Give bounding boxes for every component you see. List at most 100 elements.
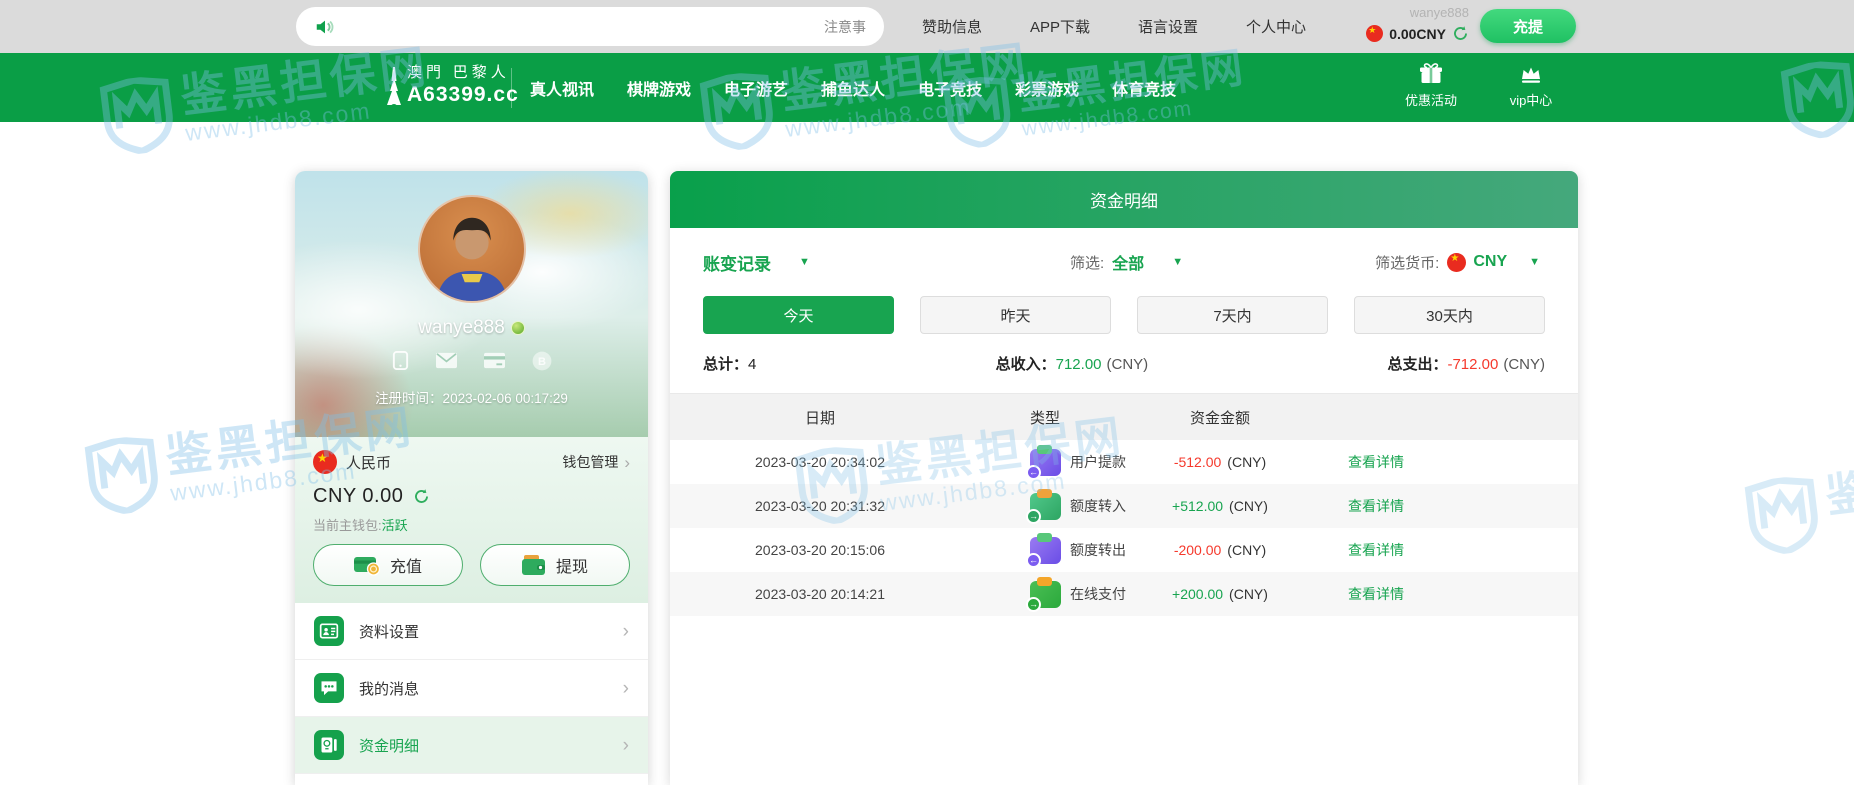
nav-item-sports[interactable]: 体育竞技 [1112, 76, 1176, 100]
site-logo[interactable]: 澳門 巴黎人 A63399.cc [387, 61, 519, 107]
record-type-dropdown[interactable]: 账变记录 ▼ [703, 250, 810, 275]
row-date: 2023-03-20 20:31:32 [670, 498, 970, 514]
nav-item-slots[interactable]: 电子游艺 [724, 76, 788, 100]
chevron-right-icon: › [624, 454, 630, 471]
funds-detail-panel: 资金明细 账变记录 ▼ 筛选: 全部 ▼ 筛选货币: CNY ▼ 今天 昨天 7… [670, 171, 1578, 785]
refresh-icon[interactable] [1452, 25, 1469, 42]
chevron-right-icon: › [623, 736, 629, 755]
profile-card: wanye888 B [295, 171, 648, 785]
summary-income-value: 712.00 [1056, 356, 1102, 373]
row-type: ← 额度转出 [970, 537, 1120, 564]
summary-total-label: 总计： [703, 356, 748, 373]
view-details-link[interactable]: 查看详情 [1348, 542, 1404, 558]
phone-icon[interactable] [392, 351, 409, 370]
summary-row: 总计：4 总收入：712.00(CNY) 总支出：-712.00 (CNY) [670, 334, 1578, 394]
table-header: 日期 类型 资金金额 [670, 394, 1578, 440]
nav-item-lottery[interactable]: 彩票游戏 [1015, 76, 1079, 100]
page: 注意事 赞助信息 APP下载 语言设置 个人中心 wanye888 0.00CN… [0, 0, 1854, 785]
table-row: 2023-03-20 20:15:06 ← 额度转出 -200.00(CNY) … [670, 528, 1578, 572]
menu-item-profile-settings[interactable]: 资料设置 › [295, 603, 648, 660]
view-details-link[interactable]: 查看详情 [1348, 498, 1404, 514]
nav-item-live[interactable]: 真人视讯 [530, 76, 594, 100]
nav-promo[interactable]: 优惠活动 [1398, 62, 1464, 109]
summary-expense-label: 总支出： [1387, 356, 1447, 373]
id-card-icon [314, 616, 344, 646]
col-header-type: 类型 [970, 407, 1120, 428]
user-info: wanye888 0.00CNY [1366, 5, 1469, 42]
row-type: ← 用户提款 [970, 449, 1120, 476]
menu-item-funds-detail[interactable]: 资金明细 › [295, 717, 648, 774]
deposit-card-icon [354, 555, 381, 576]
view-details-link[interactable]: 查看详情 [1348, 586, 1404, 602]
watermark-title: 鉴黑担保网 [1823, 442, 1854, 520]
recharge-withdraw-button[interactable]: 充提 [1480, 9, 1576, 43]
deposit-label: 充值 [390, 553, 422, 577]
table-row: 2023-03-20 20:31:32 → 额度转入 +512.00(CNY) … [670, 484, 1578, 528]
top-links: 赞助信息 APP下载 语言设置 个人中心 [922, 0, 1306, 53]
bitcoin-icon[interactable]: B [532, 351, 552, 371]
wallet-manage-link[interactable]: 钱包管理 › [562, 452, 630, 472]
row-type-label: 用户提款 [1070, 452, 1126, 472]
transfer-out-icon: ← [1030, 537, 1061, 564]
summary-expense-value: -712.00 [1447, 356, 1498, 373]
nav-separator [511, 68, 512, 108]
topbar-balance: 0.00CNY [1389, 26, 1446, 42]
top-link-personal-center[interactable]: 个人中心 [1246, 16, 1306, 37]
withdraw-button[interactable]: 提现 [480, 544, 630, 586]
amount-currency: (CNY) [1227, 542, 1266, 558]
col-header-amount: 资金金额 [1120, 407, 1320, 428]
nav-vip-label: vip中心 [1510, 90, 1553, 109]
amount-value: -200.00 [1174, 542, 1221, 558]
announcement-bar[interactable]: 注意事 [296, 7, 884, 46]
ledger-icon [314, 730, 344, 760]
tab-7days[interactable]: 7天内 [1137, 296, 1328, 334]
bank-card-icon[interactable] [484, 351, 505, 370]
top-link-app-download[interactable]: APP下载 [1030, 16, 1090, 37]
nav-vip[interactable]: vip中心 [1498, 62, 1564, 109]
view-details-link[interactable]: 查看详情 [1348, 454, 1404, 470]
online-payment-icon: → [1030, 581, 1061, 608]
logo-text: 澳門 巴黎人 A63399.cc [407, 61, 519, 107]
chat-bubble-icon [314, 673, 344, 703]
wallet-section: 人民币 钱包管理 › CNY 0.00 当前主钱包:活跃 [295, 437, 648, 603]
logo-line2: A63399.cc [407, 83, 519, 107]
crown-icon [1519, 62, 1543, 86]
summary-expense-currency: (CNY) [1503, 356, 1545, 373]
refresh-icon[interactable] [413, 488, 430, 505]
mail-icon[interactable] [436, 351, 457, 370]
row-type: → 在线支付 [970, 581, 1120, 608]
summary-expense: 总支出：-712.00 (CNY) [1387, 353, 1545, 374]
filter-dropdown[interactable]: 筛选: 全部 ▼ [1070, 250, 1183, 274]
currency-filter-label: 筛选货币: [1375, 252, 1439, 273]
eiffel-tower-icon [387, 61, 401, 105]
row-type-label: 额度转出 [1070, 540, 1126, 560]
amount-value: +512.00 [1172, 498, 1223, 514]
record-type-value: 账变记录 [703, 250, 771, 275]
tab-yesterday[interactable]: 昨天 [920, 296, 1111, 334]
nav-item-esports[interactable]: 电子竞技 [918, 76, 982, 100]
summary-income: 总收入：712.00(CNY) [996, 353, 1149, 374]
nav-promo-label: 优惠活动 [1405, 90, 1457, 109]
wallet-currency-name: 人民币 [346, 452, 391, 473]
main-wallet-status-row: 当前主钱包:活跃 [313, 515, 630, 534]
amount-value: -512.00 [1174, 454, 1221, 470]
avatar[interactable] [418, 195, 526, 303]
summary-total: 总计：4 [703, 353, 756, 374]
top-link-sponsor[interactable]: 赞助信息 [922, 16, 982, 37]
top-bar: 注意事 赞助信息 APP下载 语言设置 个人中心 wanye888 0.00CN… [0, 0, 1854, 53]
wallet-currency: 人民币 [313, 450, 391, 474]
top-link-language[interactable]: 语言设置 [1138, 16, 1198, 37]
nav-item-fishing[interactable]: 捕鱼达人 [821, 76, 885, 100]
deposit-button[interactable]: 充值 [313, 544, 463, 586]
china-flag-icon [313, 450, 337, 474]
nav-item-board-games[interactable]: 棋牌游戏 [627, 76, 691, 100]
tab-30days[interactable]: 30天内 [1354, 296, 1545, 334]
withdraw-label: 提现 [556, 553, 588, 577]
row-type-label: 额度转入 [1070, 496, 1126, 516]
caret-down-icon: ▼ [799, 256, 810, 268]
wallet-manage-label: 钱包管理 [562, 452, 618, 472]
menu-item-messages[interactable]: 我的消息 › [295, 660, 648, 717]
tab-today[interactable]: 今天 [703, 296, 894, 334]
table-row: 2023-03-20 20:34:02 ← 用户提款 -512.00(CNY) … [670, 440, 1578, 484]
currency-filter-dropdown[interactable]: 筛选货币: CNY ▼ [1375, 252, 1540, 273]
